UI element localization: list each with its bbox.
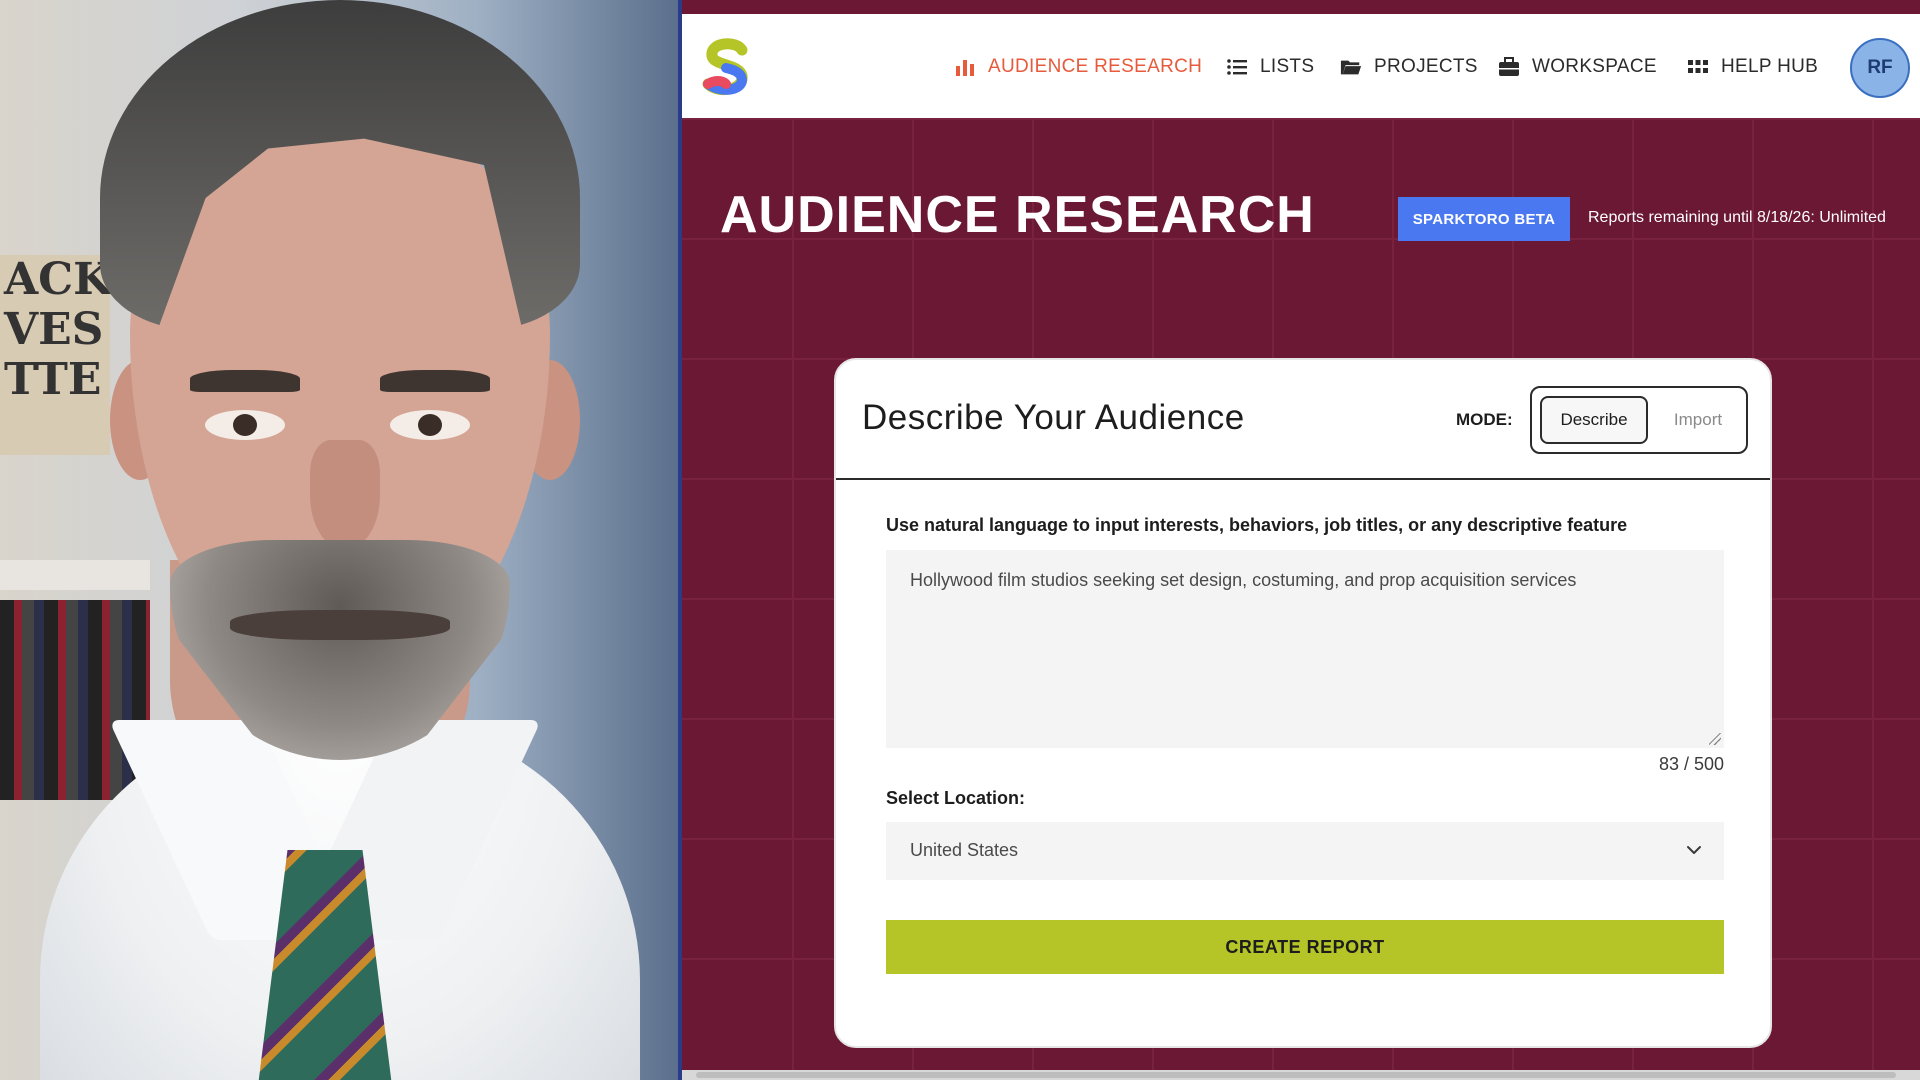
presenter-nose	[310, 440, 380, 550]
nav-help-hub-label: HELP HUB	[1721, 56, 1819, 77]
nav-audience-research-label: AUDIENCE RESEARCH	[988, 56, 1203, 77]
bookshelf	[0, 560, 150, 590]
top-navbar: AUDIENCE RESEARCH LISTS PROJECTS WORKSPA…	[682, 14, 1920, 118]
sparktoro-app: AUDIENCE RESEARCH LISTS PROJECTS WORKSPA…	[682, 0, 1920, 1080]
nav-lists-label: LISTS	[1260, 56, 1315, 77]
user-avatar[interactable]: RF	[1850, 38, 1910, 98]
grid-icon	[1688, 60, 1708, 73]
mode-label: MODE:	[1456, 410, 1513, 429]
mode-import-button[interactable]: Import	[1656, 396, 1740, 444]
webcam-feed: ACK VES TTE	[0, 0, 680, 1080]
bar-chart-icon	[956, 60, 974, 76]
textarea-resize-handle[interactable]	[1709, 733, 1721, 745]
presenter-brow-left	[190, 370, 300, 392]
audience-instruction: Use natural language to input interests,…	[886, 515, 1628, 535]
presenter-eye-right	[390, 410, 470, 440]
nav-lists[interactable]: LISTS	[1226, 52, 1314, 82]
nav-audience-research[interactable]: AUDIENCE RESEARCH	[954, 52, 1202, 82]
card-header: Describe Your Audience MODE: Describe Im…	[836, 360, 1770, 480]
scrollbar-thumb[interactable]	[696, 1072, 1896, 1078]
sparktoro-logo-icon[interactable]	[696, 36, 758, 98]
audience-description-input[interactable]	[886, 550, 1724, 748]
wall-sign: ACK VES TTE	[0, 255, 111, 455]
reports-remaining-text: Reports remaining until 8/18/26: Unlimit…	[1588, 209, 1886, 226]
mode-toggle: Describe Import	[1530, 386, 1748, 454]
chevron-down-icon	[1687, 846, 1701, 854]
nav-projects-label: PROJECTS	[1374, 56, 1478, 77]
presenter-mustache	[230, 610, 450, 640]
describe-audience-card: Describe Your Audience MODE: Describe Im…	[834, 358, 1772, 1048]
beta-badge: SPARKTORO BETA	[1398, 197, 1570, 241]
nav-help-hub[interactable]: HELP HUB	[1687, 52, 1818, 82]
presenter-eye-left	[205, 410, 285, 440]
character-count: 83 / 500	[1658, 754, 1724, 774]
nav-workspace[interactable]: WORKSPACE	[1498, 52, 1657, 82]
books	[0, 600, 150, 800]
card-title: Describe Your Audience	[862, 398, 1245, 437]
nav-workspace-label: WORKSPACE	[1532, 56, 1657, 77]
location-selected-value: United States	[910, 840, 1019, 860]
location-select[interactable]: United States	[886, 822, 1724, 880]
page-title: AUDIENCE RESEARCH	[720, 186, 1315, 244]
folder-icon	[1340, 60, 1362, 75]
list-icon	[1227, 59, 1247, 75]
briefcase-icon	[1499, 57, 1519, 76]
mode-describe-button[interactable]: Describe	[1540, 396, 1648, 444]
nav-projects[interactable]: PROJECTS	[1340, 52, 1478, 82]
presenter-brow-right	[380, 370, 490, 392]
top-strip	[682, 0, 1920, 14]
create-report-button[interactable]: CREATE REPORT	[886, 920, 1724, 974]
horizontal-scrollbar[interactable]	[682, 1070, 1920, 1080]
location-label: Select Location:	[886, 788, 1026, 808]
